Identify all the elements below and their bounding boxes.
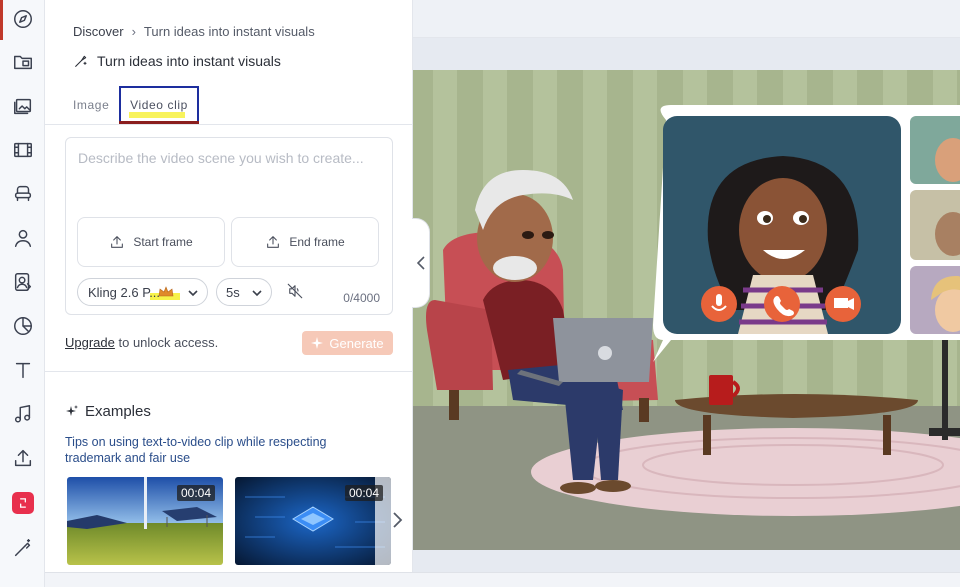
breadcrumb-current: Turn ideas into instant visuals: [143, 24, 315, 39]
scene-illustration: [413, 70, 960, 550]
tab-image-label: Image: [73, 98, 110, 112]
tab-image[interactable]: Image: [73, 86, 109, 124]
example-thumbnail[interactable]: 00:04: [235, 477, 391, 565]
audio-button[interactable]: [8, 399, 38, 429]
duration-select[interactable]: 5s: [216, 278, 272, 306]
upload-icon: [267, 236, 280, 248]
videos-button[interactable]: [8, 135, 38, 165]
editor-topbar: [413, 0, 960, 38]
discover-button[interactable]: [8, 4, 38, 34]
prompt-box: Describe the video scene you wish to cre…: [65, 137, 393, 315]
tab-video-clip[interactable]: Video clip: [119, 86, 199, 124]
examples-heading-text: Examples: [85, 403, 151, 420]
generate-button[interactable]: Generate: [302, 331, 393, 355]
divider: [45, 371, 413, 372]
model-select[interactable]: Kling 2.6 P...: [77, 278, 208, 306]
brand-kit-button[interactable]: [12, 492, 34, 514]
library-button[interactable]: [8, 47, 38, 77]
end-frame-button[interactable]: End frame: [231, 217, 379, 267]
text-icon: [15, 362, 31, 379]
collapse-panel-button[interactable]: [412, 218, 430, 308]
highlight-mark: [129, 112, 185, 118]
start-frame-label: Start frame: [133, 235, 193, 249]
breadcrumb: Discover › Turn ideas into instant visua…: [73, 24, 315, 39]
tab-video-clip-label: Video clip: [130, 98, 188, 112]
chevron-left-icon: [416, 256, 425, 270]
charts-button[interactable]: [8, 311, 38, 341]
audio-off-button[interactable]: [286, 282, 306, 302]
model-select-value: Kling 2.6 P...: [88, 284, 161, 300]
mode-tabs: Image Video clip: [45, 86, 413, 125]
compass-icon: [14, 10, 32, 28]
prompt-input[interactable]: Describe the video scene you wish to cre…: [78, 148, 378, 168]
duration-badge: 00:04: [344, 485, 383, 501]
mute-icon: [287, 283, 303, 299]
panel-title: Turn ideas into instant visuals: [73, 53, 281, 69]
avatar-icon: [14, 273, 32, 291]
tips-link[interactable]: Tips on using text-to-video clip while r…: [65, 434, 385, 466]
active-tab-underline: [119, 121, 199, 124]
film-icon: [14, 142, 32, 158]
image-icon: [14, 98, 32, 115]
chevron-right-icon: [393, 512, 403, 528]
duration-select-value: 5s: [226, 284, 240, 300]
brand-icon: [20, 498, 26, 508]
sparkle-icon: [311, 337, 324, 349]
chevron-right-icon: ›: [131, 24, 136, 39]
timeline-ruler[interactable]: [45, 572, 960, 587]
upload-button[interactable]: [8, 443, 38, 473]
images-button[interactable]: [8, 91, 38, 121]
ai-tools-button[interactable]: [8, 533, 38, 563]
tool-rail: [0, 0, 45, 587]
start-frame-button[interactable]: Start frame: [77, 217, 225, 267]
rail-active-indicator: [0, 0, 3, 40]
magic-pen-icon: [75, 55, 87, 67]
upload-icon: [14, 449, 32, 467]
music-icon: [14, 405, 31, 423]
end-frame-label: End frame: [289, 235, 345, 249]
chevron-down-icon: [252, 290, 262, 297]
upgrade-notice: Upgrade to unlock access.: [65, 335, 218, 350]
examples-heading: Examples: [65, 403, 151, 420]
upload-icon: [111, 236, 124, 248]
crown-icon: [158, 286, 174, 297]
generate-label: Generate: [329, 335, 384, 351]
chair-icon: [14, 185, 32, 202]
upgrade-link[interactable]: Upgrade: [65, 335, 115, 350]
sparkle-icon: [66, 404, 78, 416]
props-button[interactable]: [8, 179, 38, 209]
example-thumbnail[interactable]: 00:04: [67, 477, 223, 565]
characters-button[interactable]: [8, 223, 38, 253]
text-button[interactable]: [8, 355, 38, 385]
breadcrumb-discover[interactable]: Discover: [73, 24, 124, 39]
magic-icon: [14, 539, 31, 557]
chart-icon: [14, 317, 32, 335]
panel-title-text: Turn ideas into instant visuals: [97, 53, 281, 69]
char-count: 0/4000: [343, 291, 380, 305]
folder-icon: [14, 55, 32, 70]
duration-badge: 00:04: [176, 485, 215, 501]
scene-canvas[interactable]: [413, 70, 960, 550]
ai-visuals-panel: Discover › Turn ideas into instant visua…: [45, 0, 413, 587]
examples-next-button[interactable]: [391, 511, 405, 533]
chevron-down-icon: [188, 290, 198, 297]
avatars-button[interactable]: [8, 267, 38, 297]
person-icon: [14, 229, 32, 247]
upgrade-text: to unlock access.: [114, 335, 219, 350]
